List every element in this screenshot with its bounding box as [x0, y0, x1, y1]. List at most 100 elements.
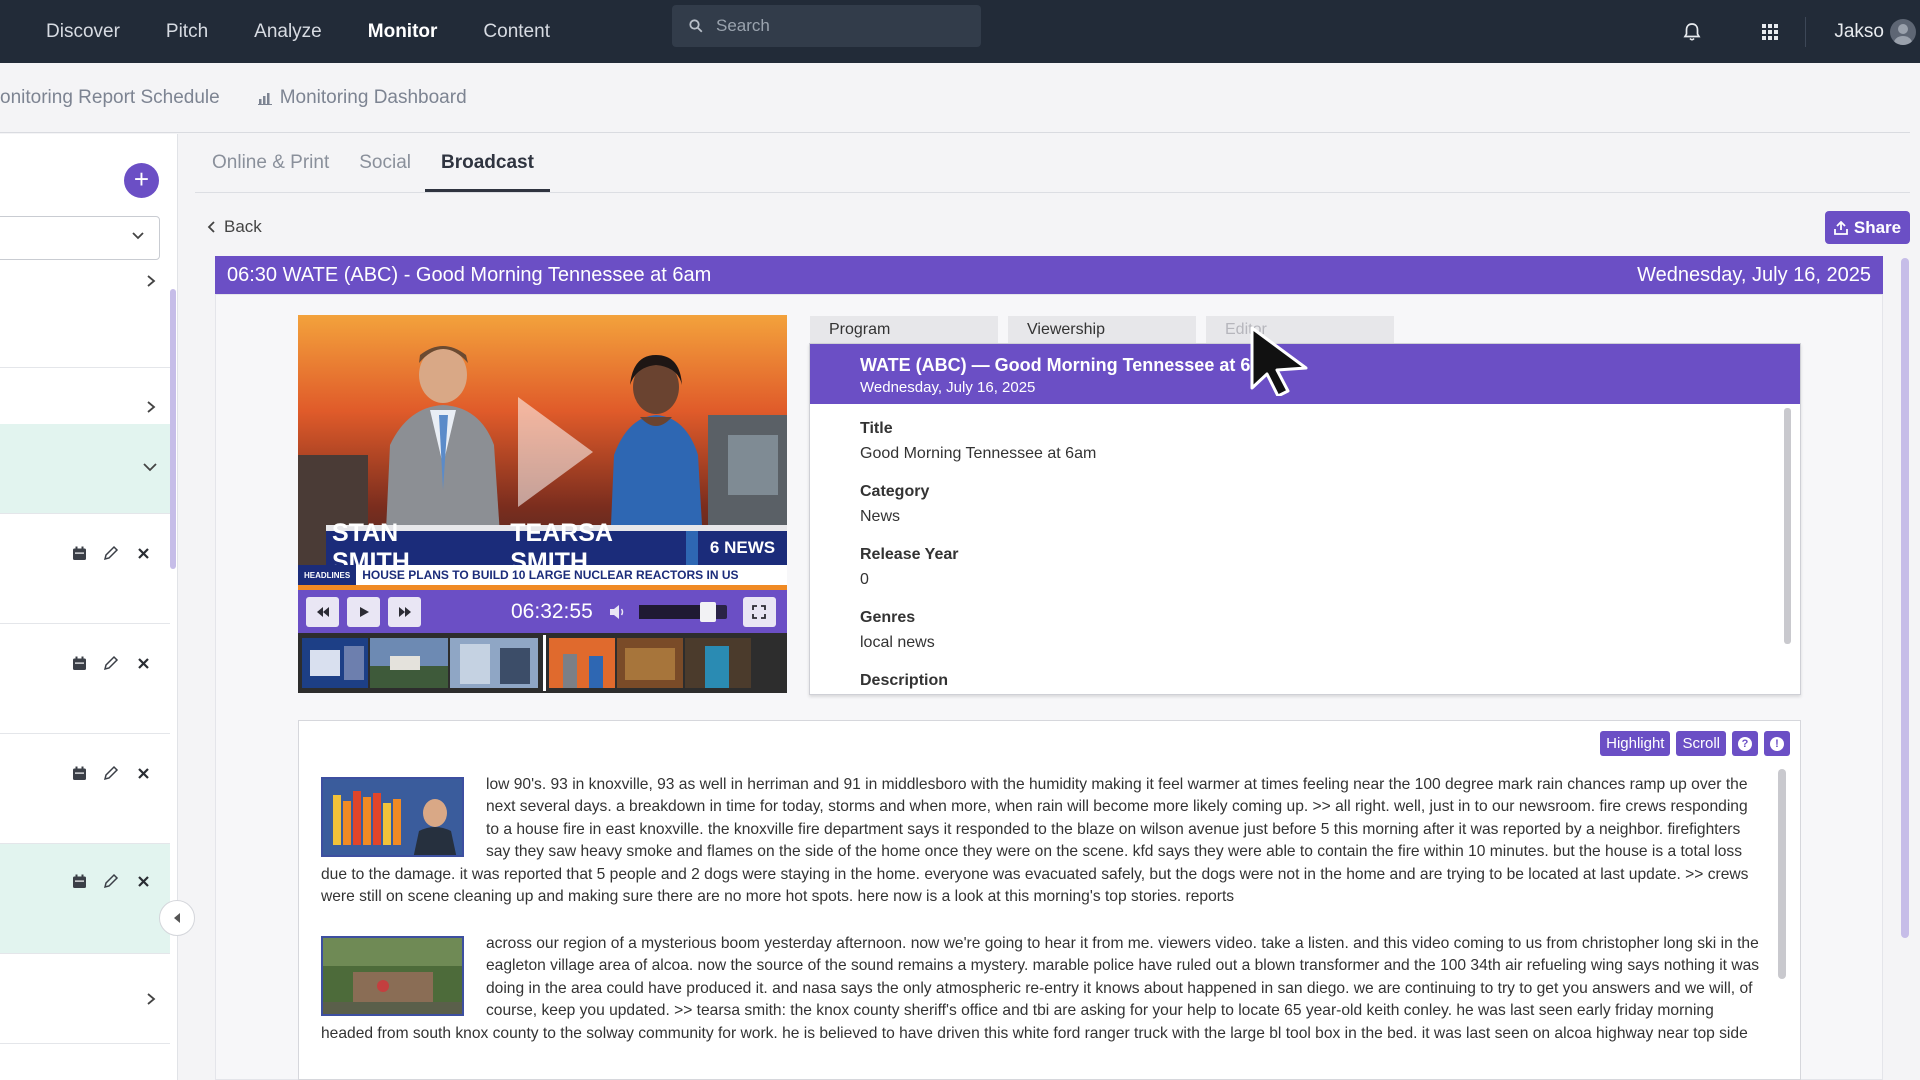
calendar-icon[interactable]: [68, 652, 90, 674]
field-label-category: Category: [860, 483, 930, 500]
edit-pencil-icon[interactable]: [100, 762, 122, 784]
transcript-thumbnail[interactable]: [321, 777, 464, 857]
avatar[interactable]: [1890, 18, 1916, 45]
play-icon: [359, 606, 369, 617]
highlight-button[interactable]: Highlight: [1600, 731, 1671, 756]
left-panel: +: [0, 134, 178, 1080]
volume-slider[interactable]: [638, 601, 727, 622]
search-box[interactable]: [672, 5, 981, 47]
top-navigation-bar: Discover Pitch Analyze Monitor Content J…: [0, 0, 1920, 63]
fast-forward-button[interactable]: [388, 596, 421, 627]
video-player[interactable]: STAN SMITH TEARSA SMITH 6 NEWS HEADLINES…: [298, 315, 787, 693]
share-upload-icon: [1833, 220, 1848, 235]
nav-pitch[interactable]: Pitch: [144, 21, 230, 43]
add-button[interactable]: +: [124, 163, 159, 198]
tab-viewership[interactable]: Viewership: [1008, 316, 1196, 344]
list-item[interactable]: [0, 954, 170, 1044]
fullscreen-icon: [752, 604, 767, 619]
row-actions: [68, 762, 154, 784]
list-item[interactable]: [0, 734, 170, 844]
program-title-bar: 06:30 WATE (ABC) - Good Morning Tennesse…: [215, 256, 1883, 294]
calendar-icon[interactable]: [68, 542, 90, 564]
chevron-down-icon: [131, 229, 145, 248]
list-item-selected[interactable]: [0, 844, 170, 954]
anchor-names-bar: STAN SMITH TEARSA SMITH: [326, 519, 686, 576]
nav-discover[interactable]: Discover: [24, 21, 142, 43]
left-panel-scrollbar[interactable]: [170, 289, 176, 569]
play-overlay-icon[interactable]: [518, 397, 593, 507]
chevron-right-icon: [144, 992, 158, 1011]
chevron-left-icon: [206, 220, 216, 234]
thumbnail[interactable]: [302, 638, 368, 688]
scroll-button[interactable]: Scroll: [1676, 731, 1726, 756]
info-icon: !: [1770, 736, 1784, 751]
field-value-category: News: [860, 508, 901, 525]
volume-slider-fill: [638, 604, 708, 619]
video-frame: STAN SMITH TEARSA SMITH 6 NEWS HEADLINES…: [298, 315, 787, 590]
nav-right-group: Jakso: [1679, 0, 1920, 63]
list-item[interactable]: [0, 624, 170, 734]
thumbnail-position-marker: [543, 635, 546, 691]
row-actions: [68, 652, 154, 674]
thumbnail[interactable]: [617, 638, 683, 688]
thumbnail[interactable]: [450, 638, 538, 688]
user-name[interactable]: Jakso: [1834, 21, 1884, 43]
tabs-divider: [195, 192, 1910, 193]
close-icon[interactable]: [132, 542, 154, 564]
headline-ticker: HEADLINES HOUSE PLANS TO BUILD 10 LARGE …: [298, 565, 787, 585]
video-controls: 06:32:55: [298, 590, 787, 633]
nav-content[interactable]: Content: [461, 21, 572, 43]
apps-grid-icon[interactable]: [1757, 19, 1783, 45]
volume-icon[interactable]: [609, 604, 627, 620]
nav-monitor[interactable]: Monitor: [346, 21, 460, 43]
detail-header-date: Wednesday, July 16, 2025: [860, 379, 1036, 396]
monitoring-dashboard-link[interactable]: Monitoring Dashboard: [257, 87, 467, 109]
collapse-panel-button[interactable]: [159, 900, 195, 936]
edit-pencil-icon[interactable]: [100, 542, 122, 564]
volume-slider-knob[interactable]: [699, 601, 716, 622]
list-item[interactable]: [0, 514, 170, 624]
list-item[interactable]: [0, 268, 170, 368]
thumbnail[interactable]: [685, 638, 751, 688]
tab-broadcast[interactable]: Broadcast: [424, 152, 550, 192]
mouse-pointer-icon: [1250, 326, 1308, 396]
tab-social[interactable]: Social: [359, 152, 411, 192]
headline-text: HOUSE PLANS TO BUILD 10 LARGE NUCLEAR RE…: [362, 568, 739, 582]
fast-forward-icon: [398, 606, 411, 617]
transcript-segment[interactable]: low 90's. 93 in knoxville, 93 as well in…: [321, 774, 1761, 908]
fullscreen-button[interactable]: [742, 596, 776, 627]
close-icon[interactable]: [132, 762, 154, 784]
tab-program[interactable]: Program: [810, 316, 998, 344]
help-button[interactable]: ?: [1732, 731, 1758, 756]
search-input[interactable]: [716, 16, 956, 36]
edit-pencil-icon[interactable]: [100, 652, 122, 674]
list-item-expanded[interactable]: [0, 424, 170, 514]
tab-online-print[interactable]: Online & Print: [212, 152, 329, 192]
close-icon[interactable]: [132, 652, 154, 674]
transcript-thumbnail[interactable]: [321, 936, 464, 1016]
rewind-button[interactable]: [306, 596, 339, 627]
neighborhood-thumbnail-image: [323, 938, 462, 1014]
info-button[interactable]: !: [1764, 731, 1790, 756]
back-button[interactable]: Back: [206, 217, 262, 237]
program-date: Wednesday, July 16, 2025: [1637, 263, 1871, 286]
row-actions: [68, 542, 154, 564]
edit-pencil-icon[interactable]: [100, 870, 122, 892]
detail-scrollbar[interactable]: [1784, 408, 1791, 644]
calendar-icon[interactable]: [68, 762, 90, 784]
calendar-icon[interactable]: [68, 870, 90, 892]
chevron-right-icon: [144, 274, 158, 293]
nav-analyze[interactable]: Analyze: [232, 21, 344, 43]
transcript-scrollbar[interactable]: [1778, 769, 1786, 979]
left-dropdown[interactable]: [0, 216, 160, 260]
thumbnail[interactable]: [370, 638, 448, 688]
share-button[interactable]: Share: [1825, 211, 1910, 244]
monitoring-report-schedule-link[interactable]: onitoring Report Schedule: [0, 87, 220, 109]
bell-icon[interactable]: [1679, 19, 1705, 45]
thumbnail[interactable]: [549, 638, 615, 688]
page-scrollbar[interactable]: [1901, 258, 1909, 938]
transcript-segment[interactable]: across our region of a mysterious boom y…: [321, 933, 1761, 1045]
station-logo: 6 NEWS: [698, 531, 787, 565]
play-button[interactable]: [347, 596, 380, 627]
close-icon[interactable]: [132, 870, 154, 892]
